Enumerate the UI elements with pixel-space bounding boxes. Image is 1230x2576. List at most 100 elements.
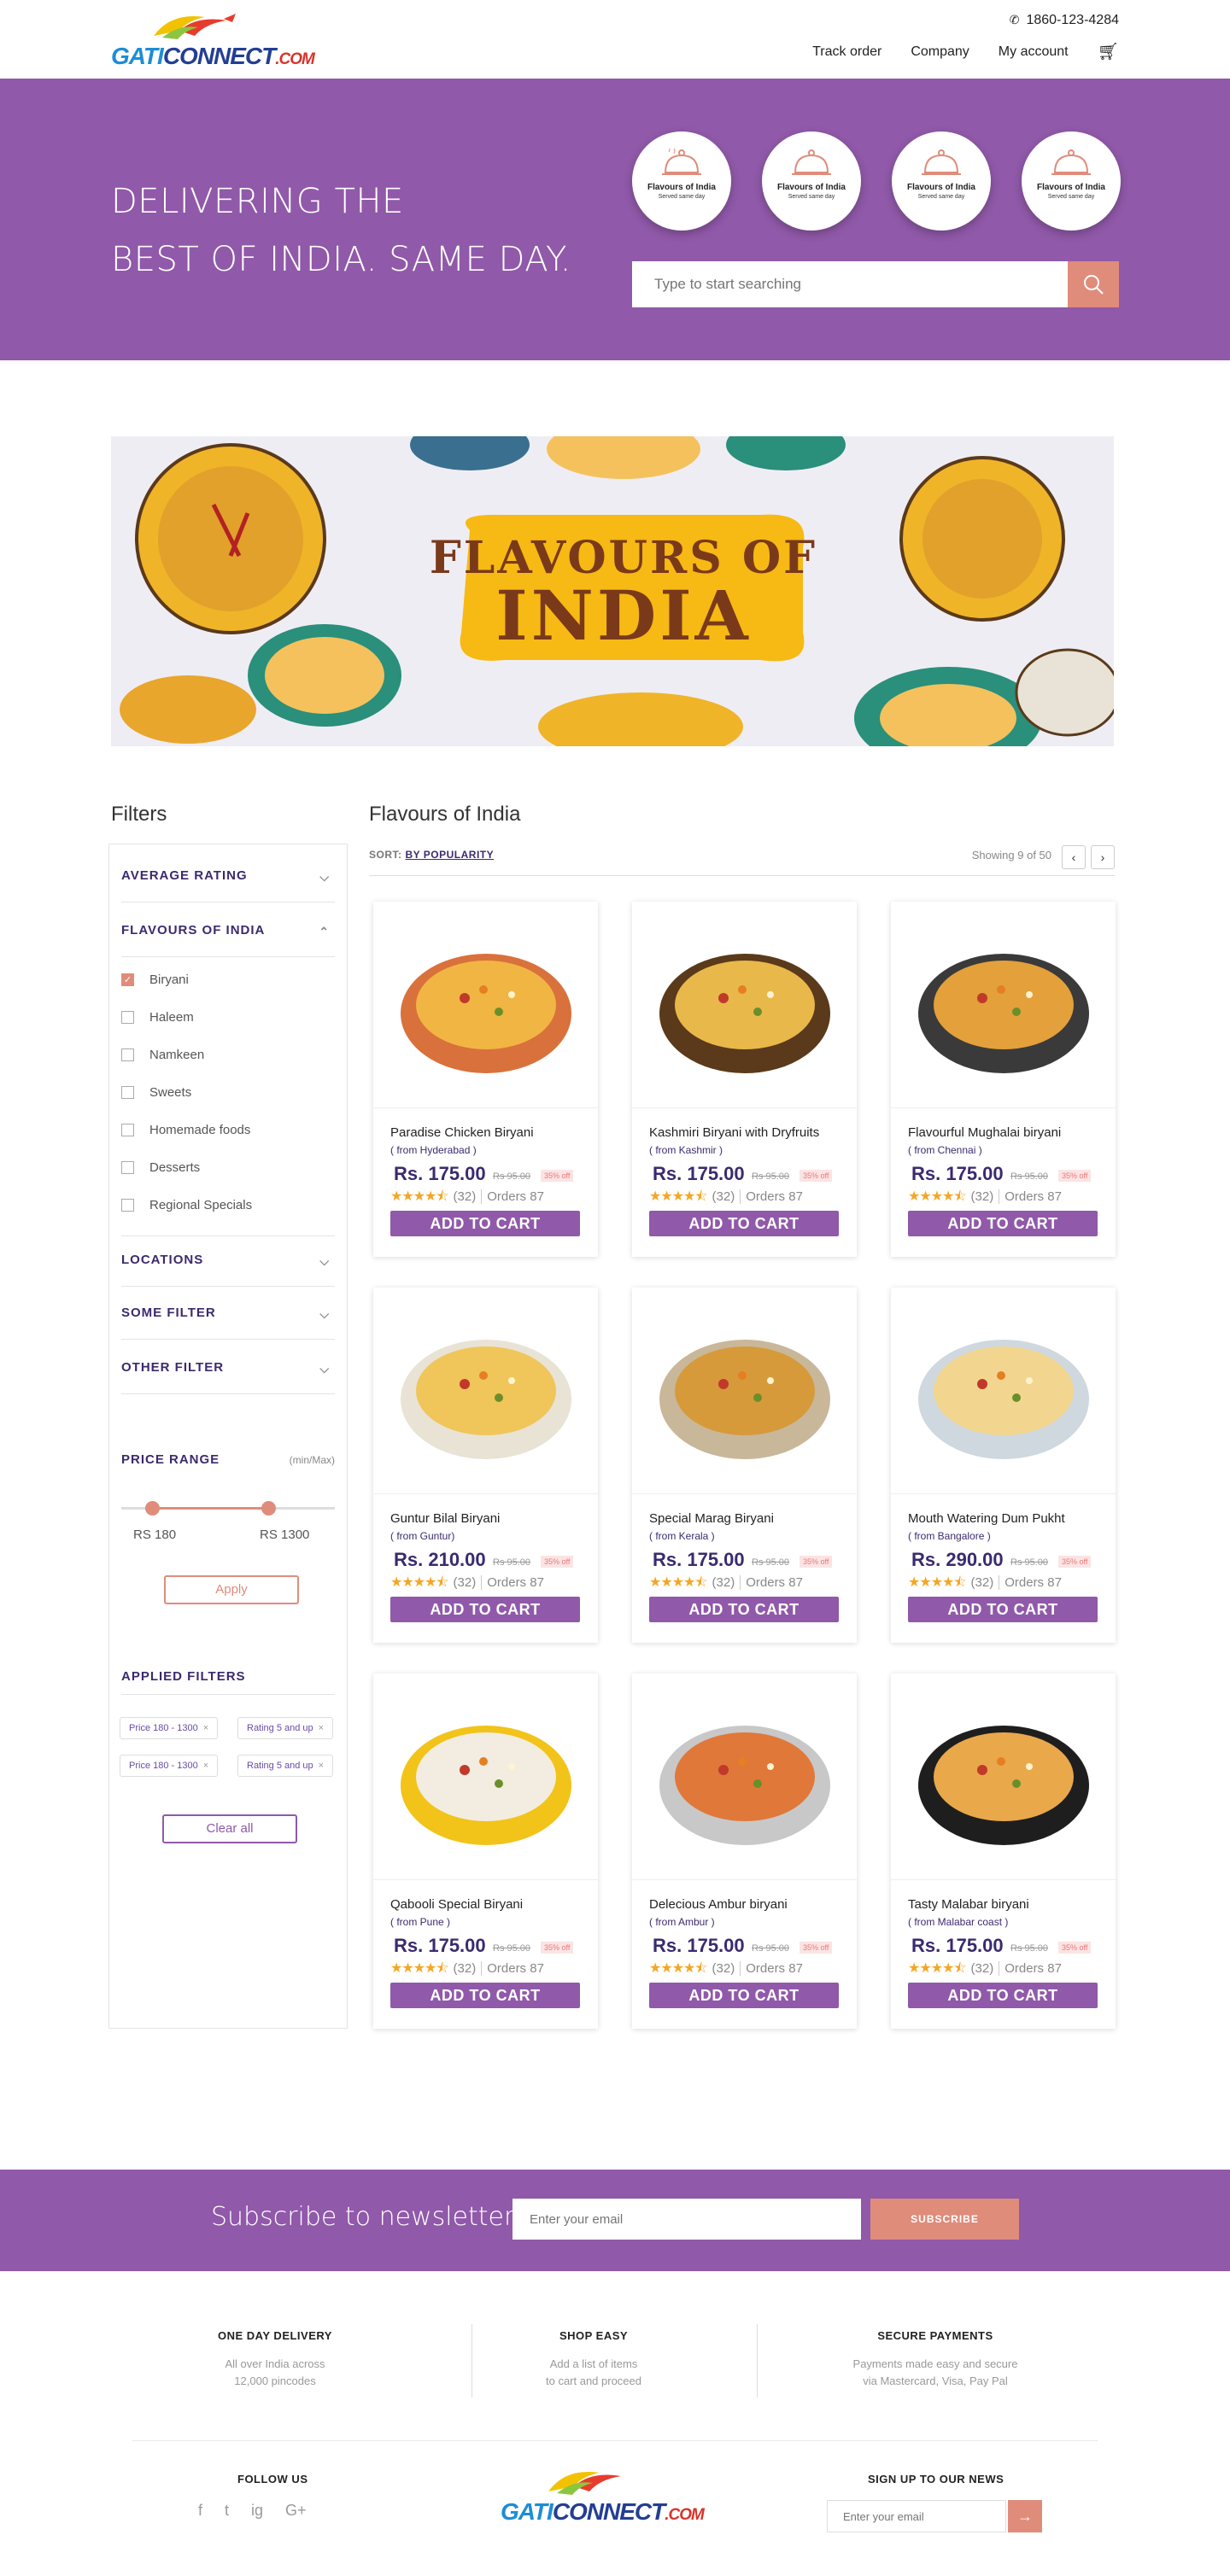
google-plus-icon[interactable]: G+ [285,2502,307,2520]
close-icon[interactable]: × [203,1761,208,1771]
product-card[interactable]: Guntur Bilal Biryani ( from Guntur) Rs. … [373,1288,598,1643]
product-image[interactable] [632,1288,857,1494]
filter-option[interactable]: Regional Specials [121,1198,252,1212]
applied-filter-chip[interactable]: Rating 5 and up × [237,1717,334,1739]
checkbox[interactable] [121,1086,134,1099]
product-image[interactable] [373,1288,598,1494]
add-to-cart-button[interactable]: ADD TO CART [649,1211,839,1236]
subscribe-button[interactable]: SUBSCRIBE [870,2199,1019,2240]
next-page-button[interactable]: › [1091,845,1115,869]
product-card[interactable]: Kashmiri Biryani with Dryfruits ( from K… [632,902,857,1257]
discount-badge: 35% off [541,1942,574,1954]
product-name[interactable]: Guntur Bilal Biryani [390,1511,500,1526]
close-icon[interactable]: × [203,1723,208,1733]
add-to-cart-button[interactable]: ADD TO CART [390,1983,580,2008]
product-name[interactable]: Paradise Chicken Biryani [390,1125,534,1140]
footer-email-input[interactable] [827,2500,1006,2532]
product-image[interactable] [632,1674,857,1880]
nav-track-order[interactable]: Track order [812,44,882,60]
checkbox[interactable] [121,1011,134,1024]
close-icon[interactable]: × [319,1723,324,1733]
product-name[interactable]: Delecious Ambur biryani [649,1897,788,1912]
price-slider[interactable] [121,1501,335,1516]
applied-filter-chip[interactable]: Price 180 - 1300 × [120,1755,219,1777]
product-image[interactable] [891,902,1116,1108]
product-image[interactable] [373,902,598,1108]
checkbox-checked[interactable]: ✓ [121,973,134,986]
nav-my-account[interactable]: My account [999,44,1069,60]
filter-average-rating[interactable]: AVERAGE RATING ⌵ [121,868,335,902]
add-to-cart-button[interactable]: ADD TO CART [390,1597,580,1622]
apply-button[interactable]: Apply [164,1575,299,1604]
dish-illustration [917,1339,1089,1459]
checkbox[interactable] [121,1124,134,1136]
filter-option[interactable]: ✓ Biryani [121,973,189,987]
product-card[interactable]: Flavourful Mughalai biryani ( from Chenn… [891,902,1116,1257]
brand-logo[interactable]: GATICONNECT.COM [111,12,315,69]
add-to-cart-button[interactable]: ADD TO CART [908,1983,1098,2008]
product-name[interactable]: Qabooli Special Biryani [390,1897,523,1912]
category-circle[interactable]: Flavours of India Served same day [892,131,991,231]
product-name[interactable]: Mouth Watering Dum Pukht [908,1511,1065,1526]
product-card[interactable]: Delecious Ambur biryani ( from Ambur ) R… [632,1674,857,2029]
product-card[interactable]: Special Marag Biryani ( from Kerala ) Rs… [632,1288,857,1643]
filter-option[interactable]: Haleem [121,1010,194,1025]
filter-some[interactable]: SOME FILTER ⌵ [121,1306,335,1340]
product-origin: ( from Kashmir ) [649,1144,723,1156]
filter-other[interactable]: OTHER FILTER ⌵ [121,1360,335,1394]
product-name[interactable]: Special Marag Biryani [649,1511,774,1526]
phone-number[interactable]: ✆ 1860-123-4284 [1010,13,1119,28]
filter-option[interactable]: Sweets [121,1085,191,1100]
price-slider-max-handle[interactable] [261,1501,276,1516]
applied-filter-chip[interactable]: Price 180 - 1300 × [120,1717,219,1739]
category-circle[interactable]: Flavours of India Served same day [1022,131,1121,231]
filter-option[interactable]: Homemade foods [121,1123,250,1137]
rating-stars: ★★★★⯪ [908,1189,967,1204]
checkbox[interactable] [121,1049,134,1061]
filter-option[interactable]: Namkeen [121,1048,204,1062]
product-card[interactable]: Paradise Chicken Biryani ( from Hyderaba… [373,902,598,1257]
filter-flavours-of-india[interactable]: FLAVOURS OF INDIA ⌃ [121,923,335,957]
add-to-cart-button[interactable]: ADD TO CART [908,1211,1098,1236]
feature-one-day-delivery: ONE DAY DELIVERY All over India across 12… [218,2329,332,2387]
product-card[interactable]: Mouth Watering Dum Pukht ( from Bangalor… [891,1288,1116,1643]
product-image[interactable] [632,902,857,1108]
clear-all-button[interactable]: Clear all [162,1814,297,1843]
filter-option[interactable]: Desserts [121,1160,200,1175]
instagram-icon[interactable]: ig [251,2502,263,2520]
add-to-cart-button[interactable]: ADD TO CART [649,1983,839,2008]
nav-company[interactable]: Company [911,44,969,60]
add-to-cart-button[interactable]: ADD TO CART [390,1211,580,1236]
product-name[interactable]: Flavourful Mughalai biryani [908,1125,1061,1140]
product-card[interactable]: Tasty Malabar biryani ( from Malabar coa… [891,1674,1116,2029]
add-to-cart-button[interactable]: ADD TO CART [649,1597,839,1622]
close-icon[interactable]: × [319,1761,324,1771]
cart-icon[interactable]: 🛒︎ [1098,41,1119,62]
checkbox[interactable] [121,1199,134,1212]
discount-badge: 35% off [541,1170,574,1182]
product-rating: ★★★★⯪ (32) Orders 87 [649,1187,803,1210]
facebook-icon[interactable]: f [198,2502,202,2520]
filter-locations[interactable]: LOCATIONS ⌵ [121,1253,335,1287]
search-input[interactable] [632,261,1068,307]
product-image[interactable] [891,1288,1116,1494]
category-circle[interactable]: Flavours of India Served same day [632,131,731,231]
product-image[interactable] [373,1674,598,1880]
product-card[interactable]: Qabooli Special Biryani ( from Pune ) Rs… [373,1674,598,2029]
footer-logo[interactable]: GATICONNECT.COM [501,2468,705,2525]
category-circle[interactable]: Flavours of India Served same day [762,131,861,231]
newsletter-email-input[interactable] [512,2199,861,2240]
prev-page-button[interactable]: ‹ [1062,845,1086,869]
arrow-right-icon[interactable]: → [1008,2500,1042,2532]
twitter-icon[interactable]: t [225,2502,229,2520]
product-name[interactable]: Kashmiri Biryani with Dryfruits [649,1125,819,1140]
product-image[interactable] [891,1674,1116,1880]
cloche-icon [662,149,701,175]
sort-control[interactable]: SORT: BY POPULARITY [369,849,494,861]
search-button[interactable] [1068,261,1119,307]
product-name[interactable]: Tasty Malabar biryani [908,1897,1029,1912]
add-to-cart-button[interactable]: ADD TO CART [908,1597,1098,1622]
applied-filter-chip[interactable]: Rating 5 and up × [237,1755,334,1777]
checkbox[interactable] [121,1161,134,1174]
price-slider-min-handle[interactable] [145,1501,160,1516]
